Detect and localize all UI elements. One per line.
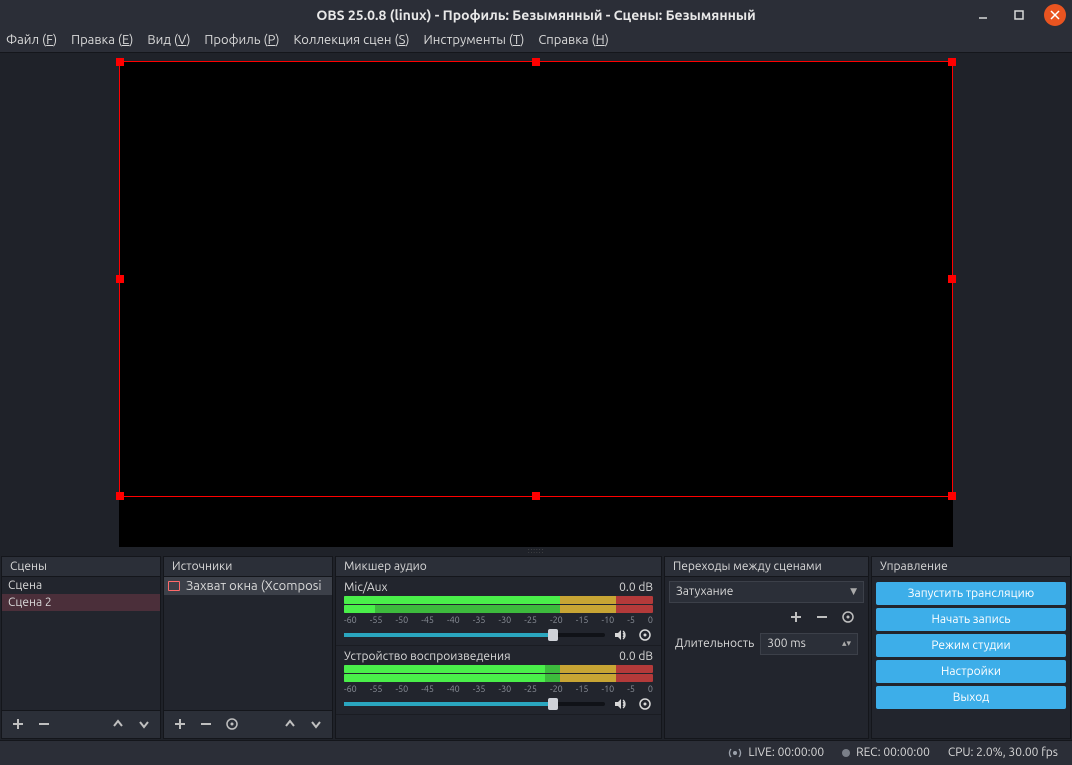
move-source-up-icon[interactable] — [280, 714, 300, 734]
volume-slider[interactable] — [344, 702, 605, 706]
duration-value: 300 ms — [767, 637, 806, 650]
menu-profile[interactable]: Профиль (P) — [204, 33, 279, 47]
start-streaming-button[interactable]: Запустить трансляцию — [876, 582, 1066, 605]
minimize-icon[interactable] — [972, 4, 994, 26]
window-capture-icon — [168, 581, 180, 591]
chevron-down-icon: ▼ — [850, 586, 857, 597]
controls-title: Управление — [872, 557, 1070, 577]
resize-handle-tl[interactable] — [116, 58, 124, 66]
meter-ticks: -60-55-50-45-40-35-30-25-20-15-10-50 — [344, 615, 653, 625]
volume-slider[interactable] — [344, 633, 605, 637]
move-scene-up-icon[interactable] — [108, 714, 128, 734]
audio-mixer-panel: Микшер аудио Mic/Aux 0.0 dB — [335, 556, 662, 739]
transitions-panel: Переходы между сценами Затухание ▼ Длите… — [664, 556, 869, 739]
mixer-channel-db: 0.0 dB — [619, 650, 653, 663]
window-actions — [972, 4, 1066, 26]
transitions-body: Затухание ▼ Длительность 300 ms ▴▾ — [665, 577, 868, 738]
scenes-panel: Сцены Сцена Сцена 2 — [1, 556, 161, 739]
spinner-icon: ▴▾ — [842, 638, 851, 649]
mixer-channel-db: 0.0 dB — [619, 581, 653, 594]
resize-handle-br[interactable] — [948, 492, 956, 500]
start-recording-button[interactable]: Начать запись — [876, 608, 1066, 631]
window-title: OBS 25.0.8 (linux) - Профиль: Безымянный… — [0, 7, 1072, 23]
transition-select-value: Затухание — [676, 585, 733, 598]
transitions-title: Переходы между сценами — [665, 557, 868, 577]
source-item[interactable]: Захват окна (Xcomposi — [164, 577, 332, 595]
duration-spinbox[interactable]: 300 ms ▴▾ — [760, 633, 858, 655]
docks: Сцены Сцена Сцена 2 Источники Захват окн… — [0, 555, 1072, 740]
audio-meter — [344, 665, 653, 673]
record-dot-icon — [842, 749, 850, 757]
mute-icon[interactable] — [613, 696, 629, 712]
move-source-down-icon[interactable] — [306, 714, 326, 734]
transition-settings-icon[interactable] — [838, 607, 858, 627]
close-icon[interactable] — [1044, 4, 1066, 26]
channel-settings-icon[interactable] — [637, 627, 653, 643]
resize-handle-ml[interactable] — [116, 275, 124, 283]
remove-scene-icon[interactable] — [34, 714, 54, 734]
source-properties-icon[interactable] — [222, 714, 242, 734]
resize-handle-bm[interactable] — [532, 492, 540, 500]
resize-handle-tm[interactable] — [532, 58, 540, 66]
mixer-channel: Mic/Aux 0.0 dB -60-55-50-45-40-35-30-25-… — [336, 577, 661, 646]
menu-help[interactable]: Справка (H) — [538, 33, 609, 47]
resize-handle-mr[interactable] — [948, 275, 956, 283]
status-rec: REC: 00:00:00 — [842, 746, 930, 759]
add-transition-icon[interactable] — [786, 607, 806, 627]
status-live: LIVE: 00:00:00 — [728, 746, 824, 760]
audio-meter — [344, 596, 653, 604]
exit-button[interactable]: Выход — [876, 686, 1066, 709]
sources-toolbar — [164, 710, 332, 738]
menubar: Файл (F) Правка (E) Вид (V) Профиль (P) … — [0, 29, 1072, 52]
status-cpu: CPU: 2.0%, 30.00 fps — [948, 746, 1058, 759]
menu-tools[interactable]: Инструменты (T) — [424, 33, 525, 47]
audio-meter — [344, 605, 653, 613]
add-source-icon[interactable] — [170, 714, 190, 734]
titlebar: OBS 25.0.8 (linux) - Профиль: Безымянный… — [0, 0, 1072, 29]
sources-title: Источники — [164, 557, 332, 577]
mixer-channel-name: Mic/Aux — [344, 581, 388, 594]
menu-view[interactable]: Вид (V) — [147, 33, 190, 47]
dock-grip-icon[interactable]: :::::: — [0, 547, 1072, 555]
controls-body: Запустить трансляцию Начать запись Режим… — [872, 577, 1070, 738]
scenes-toolbar — [2, 710, 160, 738]
mixer-title: Микшер аудио — [336, 557, 661, 577]
mixer-channel-name: Устройство воспроизведения — [344, 650, 511, 663]
controls-panel: Управление Запустить трансляцию Начать з… — [871, 556, 1071, 739]
menu-edit[interactable]: Правка (E) — [71, 33, 133, 47]
scenes-list[interactable]: Сцена Сцена 2 — [2, 577, 160, 710]
add-scene-icon[interactable] — [8, 714, 28, 734]
meter-ticks: -60-55-50-45-40-35-30-25-20-15-10-50 — [344, 684, 653, 694]
sources-list[interactable]: Захват окна (Xcomposi — [164, 577, 332, 710]
statusbar: LIVE: 00:00:00 REC: 00:00:00 CPU: 2.0%, … — [0, 740, 1072, 765]
resize-handle-bl[interactable] — [116, 492, 124, 500]
preview-area[interactable] — [0, 53, 1072, 547]
remove-transition-icon[interactable] — [812, 607, 832, 627]
selection-box[interactable] — [119, 61, 953, 497]
scenes-title: Сцены — [2, 557, 160, 577]
move-scene-down-icon[interactable] — [134, 714, 154, 734]
resize-handle-tr[interactable] — [948, 58, 956, 66]
source-item-label: Захват окна (Xcomposi — [186, 579, 322, 593]
settings-button[interactable]: Настройки — [876, 660, 1066, 683]
studio-mode-button[interactable]: Режим студии — [876, 634, 1066, 657]
menu-scene-collection[interactable]: Коллекция сцен (S) — [293, 33, 409, 47]
sources-panel: Источники Захват окна (Xcomposi — [163, 556, 333, 739]
mixer-channel: Устройство воспроизведения 0.0 dB -60-55… — [336, 646, 661, 715]
signal-icon — [728, 746, 742, 760]
scene-item[interactable]: Сцена — [2, 577, 160, 594]
audio-meter — [344, 674, 653, 682]
duration-label: Длительность — [675, 637, 754, 650]
menu-file[interactable]: Файл (F) — [6, 33, 57, 47]
mute-icon[interactable] — [613, 627, 629, 643]
maximize-icon[interactable] — [1008, 4, 1030, 26]
transition-select[interactable]: Затухание ▼ — [669, 581, 864, 603]
mixer-body: Mic/Aux 0.0 dB -60-55-50-45-40-35-30-25-… — [336, 577, 661, 738]
channel-settings-icon[interactable] — [637, 696, 653, 712]
remove-source-icon[interactable] — [196, 714, 216, 734]
preview-canvas[interactable] — [119, 61, 953, 547]
scene-item[interactable]: Сцена 2 — [2, 594, 160, 611]
